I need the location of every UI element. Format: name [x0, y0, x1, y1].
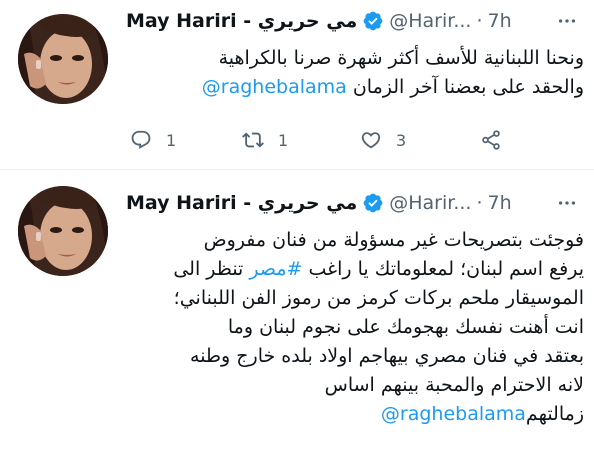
author-handle[interactable]: @Harir...: [389, 192, 471, 214]
tweet-text-segment: تنظر الى: [173, 258, 244, 280]
tweet-text-segment: والحقد على بعضنا آخر الزمان: [352, 76, 584, 98]
more-icon: [558, 19, 576, 23]
tweet-text-line: زمالتهم@raghebalama: [126, 400, 584, 429]
tweet-time[interactable]: 7h: [488, 10, 512, 32]
tweet[interactable]: May Hariri - مي حريري @Harir... · 7h ونح…: [0, 0, 594, 170]
tweet-text: ونحنا اللبنانية للأسف أكثر شهرة صرنا بال…: [126, 44, 584, 102]
author-name[interactable]: May Hariri - مي حريري: [126, 192, 357, 214]
tweet-text-line: انت أهنت نفسك بهجومك على نجوم لبنان وما: [227, 316, 584, 338]
reply-count: 1: [166, 130, 177, 150]
tweet-text-line: والحقد على بعضنا آخر الزمان @raghebalama: [126, 73, 584, 102]
retweet-button[interactable]: 1: [242, 124, 288, 156]
retweet-icon: [242, 132, 264, 148]
author-handle[interactable]: @Harir...: [389, 10, 471, 32]
hashtag-link[interactable]: #مصر: [249, 258, 302, 280]
author-name[interactable]: May Hariri - مي حريري: [126, 10, 357, 32]
profile-photo-icon: [18, 186, 108, 276]
share-button[interactable]: [480, 124, 502, 156]
profile-photo-icon: [18, 14, 108, 104]
more-options-button[interactable]: [550, 7, 584, 35]
separator-dot: ·: [476, 192, 483, 214]
like-button[interactable]: 3: [360, 124, 406, 156]
tweet-time[interactable]: 7h: [488, 192, 512, 214]
tweet-header: May Hariri - مي حريري @Harir... · 7h: [126, 7, 588, 35]
tweet-text-line: يرفع اسم لبنان؛ لمعلوماتك يا راغب #مصر ت…: [126, 255, 584, 284]
share-icon: [482, 130, 500, 150]
tweet-text-line: الموسيقار ملحم بركات كرمز من رموز الفن ا…: [173, 287, 584, 309]
verified-badge-icon: [362, 10, 384, 32]
like-count: 3: [396, 130, 407, 150]
mention-link[interactable]: @raghebalama: [202, 76, 347, 98]
retweet-count: 1: [278, 130, 289, 150]
tweet-text: فوجئت بتصريحات غير مسؤولة من فنان مفروض …: [126, 226, 584, 429]
verified-badge-icon: [362, 192, 384, 214]
tweet[interactable]: May Hariri - مي حريري @Harir... · 7h فوج…: [0, 171, 594, 463]
more-options-button[interactable]: [550, 189, 584, 217]
tweet-text-line: بعتقد في فنان مصري بيهاجم اولاد بلده خار…: [190, 345, 584, 367]
tweet-header: May Hariri - مي حريري @Harir... · 7h: [126, 189, 588, 217]
author-avatar[interactable]: [18, 186, 108, 276]
tweet-text-line: ونحنا اللبنانية للأسف أكثر شهرة صرنا بال…: [218, 47, 584, 69]
heart-icon: [361, 132, 381, 149]
more-icon: [558, 201, 576, 205]
reply-button[interactable]: 1: [130, 124, 176, 156]
tweet-text-segment: يرفع اسم لبنان؛ لمعلوماتك يا راغب: [308, 258, 584, 280]
reply-icon: [131, 130, 151, 149]
tweet-actions: 1 1 3: [130, 124, 570, 156]
author-avatar[interactable]: [18, 14, 108, 104]
tweet-text-line: فوجئت بتصريحات غير مسؤولة من فنان مفروض: [203, 229, 584, 251]
tweet-text-line: لانه الاحترام والمحبة بينهم اساس: [324, 374, 584, 396]
separator-dot: ·: [476, 10, 483, 32]
mention-link[interactable]: @raghebalama: [381, 403, 526, 425]
tweet-text-segment: زمالتهم: [525, 403, 584, 425]
